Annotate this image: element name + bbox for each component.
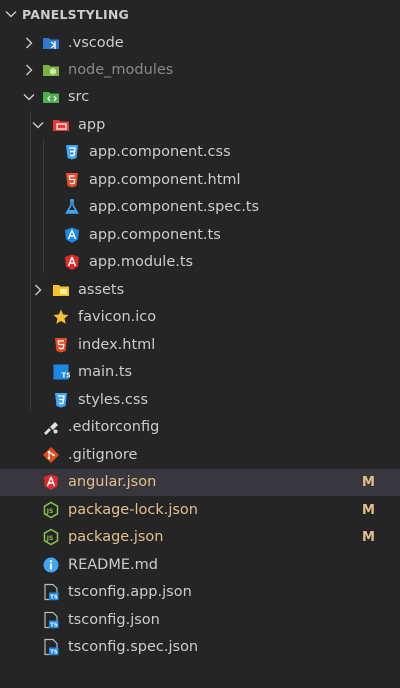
tree-item-assets[interactable]: assets xyxy=(0,277,400,304)
app-folder-icon xyxy=(53,120,69,131)
html-file-icon xyxy=(55,338,67,353)
chevron-down-icon[interactable] xyxy=(4,7,18,21)
tree-item-label: app.component.ts xyxy=(89,227,221,243)
tree-item-app-component-spec[interactable]: app.component.spec.ts xyxy=(0,194,400,221)
tree-item-label: node_modules xyxy=(68,62,174,78)
tsconfig-icon: TS xyxy=(44,638,59,656)
tsconfig-icon: TS xyxy=(44,611,59,629)
tree-item-src[interactable]: src xyxy=(0,84,400,111)
explorer-section-header[interactable]: PANELSTYLING xyxy=(0,2,400,28)
typescript-icon: TS xyxy=(53,364,71,380)
tree-item-label: .gitignore xyxy=(68,447,138,463)
css-file-icon xyxy=(66,145,78,160)
tree-item-label: index.html xyxy=(78,337,156,353)
svg-text:TS: TS xyxy=(50,595,58,601)
test-flask-icon xyxy=(65,199,79,214)
vscode-folder-icon xyxy=(43,38,59,49)
nodejs-icon: JS xyxy=(43,501,59,519)
tree-item-tsconfig-spec[interactable]: TS tsconfig.spec.json xyxy=(0,634,400,661)
tree-item-node-modules[interactable]: node_modules xyxy=(0,57,400,84)
tree-item-label: angular.json xyxy=(68,474,157,490)
svg-text:TS: TS xyxy=(50,650,58,656)
angular-component-icon xyxy=(65,227,79,243)
tree-item-main-ts[interactable]: TS main.ts xyxy=(0,359,400,386)
tree-item-label: .editorconfig xyxy=(68,419,160,435)
tree-item-gitignore[interactable]: .gitignore xyxy=(0,442,400,469)
tree-item-editorconfig[interactable]: .editorconfig xyxy=(0,414,400,441)
chevron-right-icon[interactable] xyxy=(31,283,45,297)
tree-item-label: tsconfig.app.json xyxy=(68,584,192,600)
tree-item-label: README.md xyxy=(68,557,158,573)
tree-item-app-component-css[interactable]: app.component.css xyxy=(0,139,400,166)
tree-item-label: package-lock.json xyxy=(68,502,198,518)
node-folder-icon xyxy=(43,65,59,76)
chevron-down-icon[interactable] xyxy=(22,90,36,104)
section-title: PANELSTYLING xyxy=(22,7,129,22)
tree-item-label: styles.css xyxy=(78,392,149,408)
tree-item-styles-css[interactable]: styles.css xyxy=(0,387,400,414)
tree-item-package-lock-json[interactable]: JS package-lock.json M xyxy=(0,497,400,524)
tree-item-label: main.ts xyxy=(78,364,133,380)
css-file-icon xyxy=(55,393,67,408)
git-icon xyxy=(43,447,59,463)
file-explorer: PANELSTYLING .vscode node_modules src ap… xyxy=(0,0,400,688)
tree-item-label: tsconfig.json xyxy=(68,612,160,628)
tree-item-label: assets xyxy=(78,282,125,298)
tree-item-index-html[interactable]: index.html xyxy=(0,332,400,359)
tree-item-label: app.component.html xyxy=(89,172,241,188)
tree-item-tsconfig[interactable]: TS tsconfig.json xyxy=(0,607,400,634)
chevron-right-icon[interactable] xyxy=(22,36,36,50)
tree-item-tsconfig-app[interactable]: TS tsconfig.app.json xyxy=(0,579,400,606)
tree-item-label: app.module.ts xyxy=(89,254,194,270)
tree-item-label: app xyxy=(78,117,106,133)
src-folder-icon xyxy=(43,92,59,103)
chevron-right-icon[interactable] xyxy=(22,63,36,77)
svg-text:TS: TS xyxy=(50,623,58,629)
git-modified-badge: M xyxy=(362,503,375,518)
html-file-icon xyxy=(66,173,78,188)
chevron-down-icon[interactable] xyxy=(31,118,45,132)
editorconfig-icon xyxy=(44,422,58,435)
tree-item-label: app.component.css xyxy=(89,144,231,160)
tree-item-label: package.json xyxy=(68,529,164,545)
git-modified-badge: M xyxy=(362,530,375,545)
info-icon xyxy=(43,557,59,573)
tree-item-label: tsconfig.spec.json xyxy=(68,639,199,655)
svg-text:TS: TS xyxy=(62,372,71,380)
svg-text:JS: JS xyxy=(46,535,54,542)
svg-text:JS: JS xyxy=(46,508,54,515)
tree-item-readme[interactable]: README.md xyxy=(0,552,400,579)
tree-item-app-component-html[interactable]: app.component.html xyxy=(0,167,400,194)
angular-icon xyxy=(44,474,58,490)
git-modified-badge: M xyxy=(362,475,375,490)
tree-item-label: favicon.ico xyxy=(78,309,157,325)
tree-item-angular-json[interactable]: angular.json M xyxy=(0,469,400,496)
tree-item-app-module-ts[interactable]: app.module.ts xyxy=(0,249,400,276)
tree-item-app-component-ts[interactable]: app.component.ts xyxy=(0,222,400,249)
angular-icon xyxy=(65,254,79,270)
nodejs-icon: JS xyxy=(43,528,59,546)
tree-item-package-json[interactable]: JS package.json M xyxy=(0,524,400,551)
tree-item-label: src xyxy=(68,89,90,105)
star-icon xyxy=(53,309,69,324)
tree-item-vscode[interactable]: .vscode xyxy=(0,30,400,57)
tree-item-app[interactable]: app xyxy=(0,112,400,139)
tree-item-label: .vscode xyxy=(68,35,124,51)
tsconfig-icon: TS xyxy=(44,583,59,601)
tree-item-label: app.component.spec.ts xyxy=(89,199,260,215)
tree-item-favicon[interactable]: favicon.ico xyxy=(0,304,400,331)
assets-folder-icon xyxy=(53,285,69,296)
